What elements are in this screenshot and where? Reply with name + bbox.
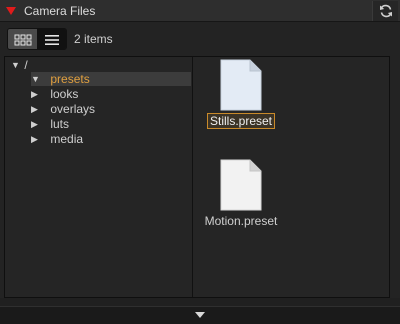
tree-item-overlays[interactable]: ▶ overlays	[31, 102, 95, 116]
tree-item-media[interactable]: ▶ media	[31, 132, 83, 146]
refresh-button[interactable]	[372, 1, 398, 21]
collapse-arrow-icon[interactable]	[6, 7, 16, 15]
panel-title: Camera Files	[24, 4, 96, 18]
tree-item-presets[interactable]: ▼ presets	[31, 72, 191, 86]
toolbar: 2 items	[0, 22, 400, 54]
folder-tree: ▼ / ▼ presets ▶ looks ▶ overlays ▶ luts …	[5, 57, 193, 297]
collapsed-triangle-icon[interactable]: ▶	[31, 132, 41, 146]
tree-root-label: /	[24, 58, 28, 72]
item-count: 2 items	[74, 32, 113, 46]
browser-content: ▼ / ▼ presets ▶ looks ▶ overlays ▶ luts …	[4, 56, 390, 298]
tree-item-label: presets	[50, 72, 90, 86]
file-item[interactable]: Motion.preset	[196, 159, 286, 228]
list-view-icon	[44, 35, 59, 45]
tree-item-luts[interactable]: ▶ luts	[31, 117, 69, 131]
refresh-icon	[379, 4, 392, 18]
document-icon	[220, 59, 262, 111]
document-icon	[220, 159, 262, 211]
tree-item-label: media	[50, 132, 84, 146]
tree-item-looks[interactable]: ▶ looks	[31, 87, 78, 101]
file-name: Motion.preset	[204, 214, 278, 228]
tree-item-label: luts	[50, 117, 70, 131]
panel-titlebar: Camera Files	[0, 0, 400, 22]
grid-view-icon	[14, 34, 31, 46]
tree-item-label: looks	[50, 87, 79, 101]
collapsed-triangle-icon[interactable]: ▶	[31, 117, 41, 131]
view-toggle	[7, 28, 67, 50]
grid-view-button[interactable]	[8, 29, 37, 49]
list-view-button[interactable]	[37, 29, 66, 49]
expand-arrow-icon	[195, 312, 205, 318]
collapsed-triangle-icon[interactable]: ▶	[31, 87, 41, 101]
tree-item-label: overlays	[50, 102, 96, 116]
file-name: Stills.preset	[206, 113, 276, 129]
expanded-triangle-icon[interactable]: ▼	[11, 58, 21, 72]
file-grid: Stills.preset Motion.preset	[193, 57, 389, 297]
expanded-triangle-icon[interactable]: ▼	[31, 72, 41, 86]
tree-root[interactable]: ▼ /	[11, 58, 28, 72]
collapsed-triangle-icon[interactable]: ▶	[31, 102, 41, 116]
file-item[interactable]: Stills.preset	[196, 59, 286, 129]
panel-bottombar	[0, 298, 400, 324]
camera-files-panel: Camera Files 2 items ▼ / ▼ presets ▶ loo…	[0, 0, 400, 324]
expand-button[interactable]	[0, 306, 400, 324]
